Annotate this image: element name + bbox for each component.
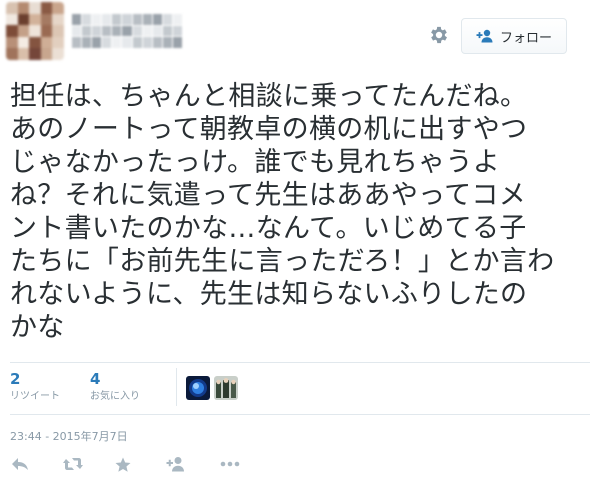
tweet-line: あのノートって朝教卓の横の机に出すやつ	[10, 114, 528, 145]
retweet-count: 2	[10, 370, 21, 388]
user-avatar[interactable]	[6, 2, 64, 60]
tweet-line: じゃなかったっけ。誰でも見れちゃうよ	[10, 147, 501, 178]
more-ellipsis-icon[interactable]	[219, 456, 241, 474]
tweet-line: ね？それに気遣って先生はああやってコメ	[10, 180, 526, 211]
stat-separator	[176, 368, 177, 406]
divider	[10, 414, 590, 415]
reply-icon[interactable]	[10, 456, 32, 474]
tweet-text: 担任は、ちゃんと相談に乗ってたんだね。 あのノートって朝教卓の横の机に出すやつ …	[10, 80, 595, 344]
user-name-blurred[interactable]	[72, 14, 182, 48]
tweet-line: かな	[10, 312, 65, 343]
favoriter-avatar[interactable]	[186, 376, 210, 400]
person-plus-icon	[476, 29, 494, 43]
retweet-icon[interactable]	[62, 456, 84, 474]
tweet-line: れないように、先生は知らないふりしたの	[10, 279, 528, 310]
follow-button-label: フォロー	[499, 30, 552, 46]
favoriter-avatar[interactable]	[214, 376, 238, 400]
retweet-label: リツイート	[10, 391, 60, 402]
gear-icon[interactable]	[428, 24, 450, 46]
tweet-line: ント書いたのかな…なんて。いじめてる子	[10, 213, 527, 244]
favorite-stat[interactable]: 4 お気に入り	[90, 370, 140, 404]
tweet-line: 担任は、ちゃんと相談に乗ってたんだね。	[10, 81, 528, 112]
favorite-label: お気に入り	[90, 391, 140, 402]
favorite-count: 4	[90, 370, 101, 388]
divider	[10, 362, 590, 363]
tweet-timestamp[interactable]: 23:44 - 2015年7月7日	[10, 428, 128, 444]
retweet-stat[interactable]: 2 リツイート	[10, 370, 60, 404]
follow-button[interactable]: フォロー	[461, 18, 567, 54]
follow-person-icon[interactable]	[166, 456, 188, 474]
favorite-star-icon[interactable]	[114, 456, 136, 474]
tweet-line: たちに「お前先生に言っただろ！」とか言わ	[10, 246, 555, 277]
